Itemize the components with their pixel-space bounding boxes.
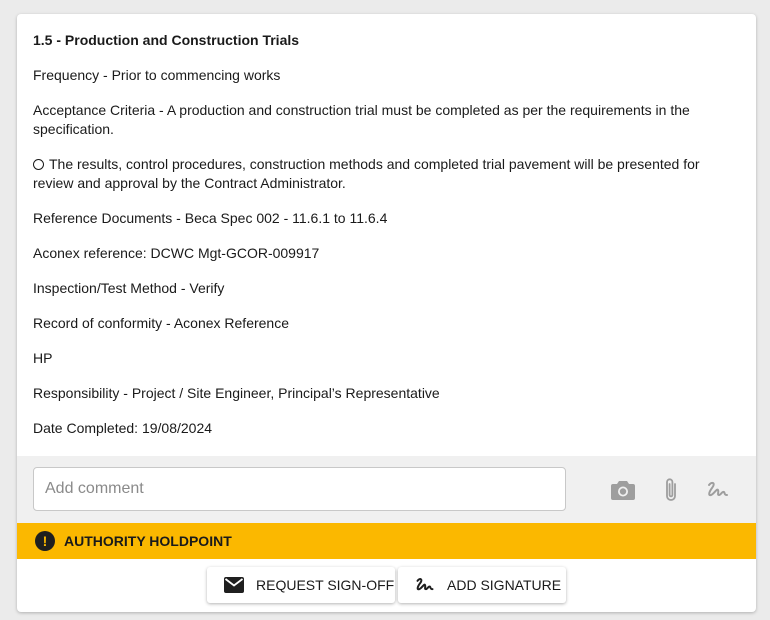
item-details: 1.5 - Production and Construction Trials…	[17, 14, 756, 438]
frequency-text: Frequency - Prior to commencing works	[33, 67, 281, 83]
results-text: The results, control procedures, constru…	[33, 155, 740, 193]
camera-icon	[611, 481, 635, 500]
item-title: 1.5 - Production and Construction Trials	[33, 32, 300, 48]
attach-button[interactable]	[658, 477, 684, 503]
circle-bullet-icon	[33, 159, 44, 170]
request-signoff-label: REQUEST SIGN-OFF	[256, 577, 395, 593]
camera-button[interactable]	[610, 477, 636, 503]
results-label: The results, control procedures, constru…	[33, 156, 700, 191]
holdpoint-label: AUTHORITY HOLDPOINT	[64, 533, 232, 549]
comment-input[interactable]	[33, 467, 566, 511]
action-bar: REQUEST SIGN-OFF ADD SIGNATURE	[17, 559, 756, 612]
envelope-icon	[224, 577, 244, 593]
signature-button[interactable]	[705, 477, 731, 503]
responsibility-text: Responsibility - Project / Site Engineer…	[33, 385, 440, 401]
request-signoff-button[interactable]: REQUEST SIGN-OFF	[207, 567, 395, 603]
reference-documents-text: Reference Documents - Beca Spec 002 - 11…	[33, 210, 388, 226]
add-signature-button[interactable]: ADD SIGNATURE	[398, 567, 566, 603]
hp-text: HP	[33, 350, 53, 366]
date-completed-text: Date Completed: 19/08/2024	[33, 420, 213, 436]
comment-bar	[17, 456, 756, 523]
add-signature-label: ADD SIGNATURE	[447, 577, 562, 593]
inspection-method-text: Inspection/Test Method - Verify	[33, 280, 225, 296]
authority-holdpoint-banner: ! AUTHORITY HOLDPOINT	[17, 523, 756, 559]
record-of-conformity-text: Record of conformity - Aconex Reference	[33, 315, 290, 331]
paperclip-icon	[666, 478, 676, 501]
checklist-item-card: 1.5 - Production and Construction Trials…	[17, 14, 756, 612]
aconex-reference-text: Aconex reference: DCWC Mgt-GCOR-009917	[33, 245, 320, 261]
acceptance-criteria-text: Acceptance Criteria - A production and c…	[33, 102, 690, 137]
signature-icon	[708, 481, 728, 497]
signature-icon	[415, 576, 435, 594]
exclamation-icon: !	[35, 531, 55, 551]
